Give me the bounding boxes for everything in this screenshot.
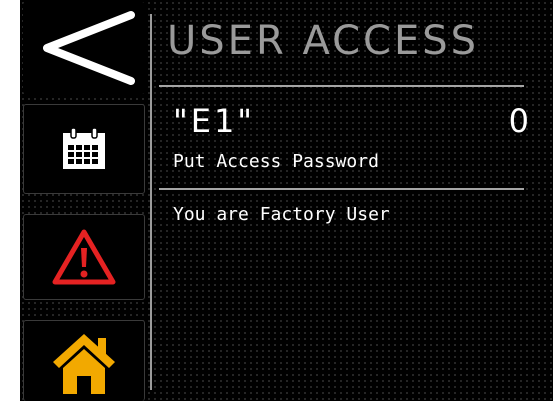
hmi-screen: USER ACCESS "E1" 0 Put Access Password Y… [20, 0, 553, 401]
page-title: USER ACCESS [167, 18, 480, 64]
calendar-button[interactable] [23, 104, 145, 194]
password-prompt-label: Put Access Password [173, 151, 379, 172]
main-panel: USER ACCESS "E1" 0 Put Access Password Y… [155, 0, 553, 401]
sidebar [20, 0, 148, 401]
alarm-button[interactable] [23, 214, 145, 300]
home-button[interactable] [23, 320, 145, 401]
back-button[interactable] [23, 2, 145, 94]
user-status-text: You are Factory User [173, 204, 390, 225]
title-divider [159, 85, 524, 87]
warning-icon [52, 229, 116, 285]
back-chevron-icon [43, 11, 135, 85]
calendar-icon [63, 127, 105, 169]
section-divider [159, 188, 524, 190]
access-value-display[interactable]: 0 [509, 101, 529, 141]
sidebar-divider [150, 14, 152, 390]
home-icon [53, 334, 115, 394]
access-code-display[interactable]: "E1" [173, 101, 255, 141]
